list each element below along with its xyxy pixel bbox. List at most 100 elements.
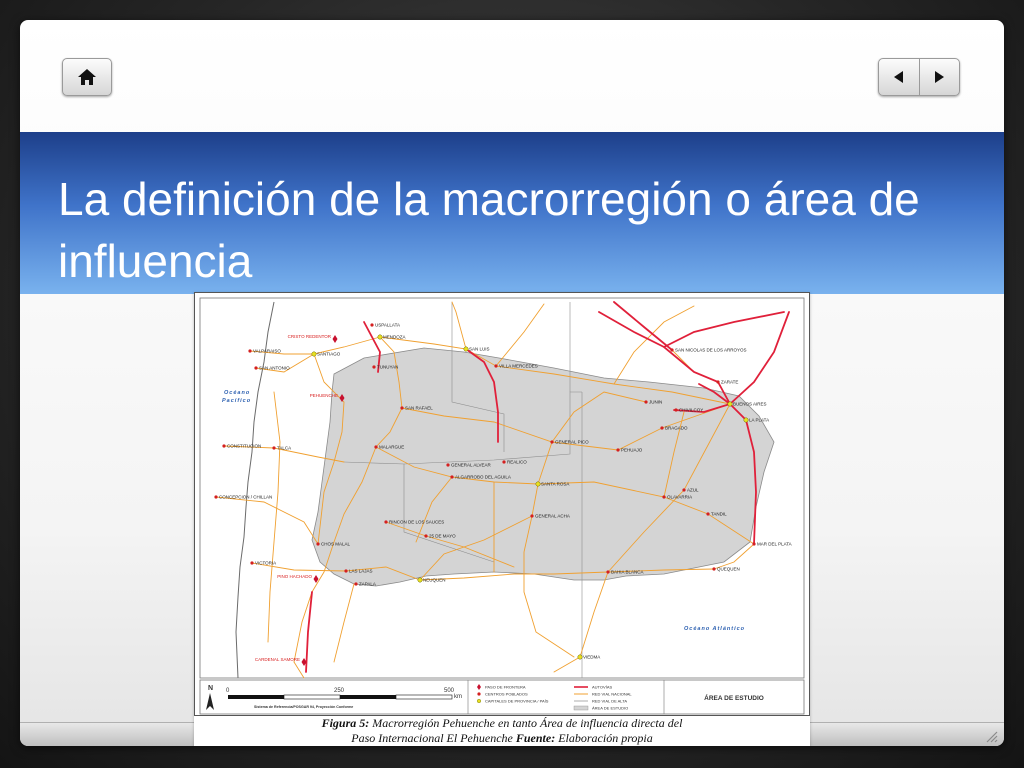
map-place-9: VILLA MERCEDES bbox=[494, 364, 538, 369]
slide-navigation bbox=[878, 58, 960, 96]
place-marker bbox=[222, 444, 226, 448]
map-place-24: ALGARROBO DEL AGUILA bbox=[450, 475, 511, 480]
place-label: ZARATE bbox=[721, 380, 738, 385]
map-place-33: SAN NICOLAS DE LOS ARROYOS bbox=[670, 348, 747, 353]
place-marker bbox=[354, 582, 358, 586]
map-place-0: VALPARAISO bbox=[248, 349, 281, 354]
place-marker bbox=[424, 534, 428, 538]
place-marker bbox=[752, 542, 756, 546]
place-label: TALCA bbox=[277, 446, 291, 451]
map-place-19: 25 DE MAYO bbox=[424, 534, 456, 539]
place-marker bbox=[250, 561, 254, 565]
place-label: GENERAL PICO bbox=[555, 440, 589, 445]
place-label: LA PLATA bbox=[749, 418, 769, 423]
place-marker bbox=[248, 349, 252, 353]
place-marker bbox=[311, 351, 317, 357]
place-label: OLAVARRIA bbox=[667, 495, 692, 500]
map-place-31: LA PLATA bbox=[743, 418, 769, 423]
legend-label: AUTOVÍAS bbox=[592, 684, 612, 689]
caption-text-1: Macrorregión Pehuenche en tanto Área de … bbox=[372, 716, 683, 730]
map-place-26: PEHUAJO bbox=[616, 448, 643, 453]
scale-mid: 250 bbox=[334, 688, 345, 694]
place-marker bbox=[316, 542, 320, 546]
map-place-29: CHIVILCOY bbox=[674, 408, 703, 413]
place-marker bbox=[463, 346, 469, 352]
place-label: SANTIAGO bbox=[317, 352, 341, 357]
place-marker bbox=[682, 488, 686, 492]
map-place-25: GENERAL ALVEAR bbox=[446, 463, 492, 468]
place-label: SAN ANTONIO bbox=[259, 366, 290, 371]
map-figure: Océano Pacífico Océano Atlántico VALPARA… bbox=[194, 292, 810, 746]
border-crossing-label: CRISTO REDENTOR bbox=[288, 334, 332, 339]
resize-grip-icon[interactable] bbox=[984, 729, 998, 743]
place-marker bbox=[716, 380, 720, 384]
map-place-27: BRAGADO bbox=[660, 426, 688, 431]
place-label: 25 DE MAYO bbox=[429, 534, 456, 539]
place-label: SAN LUIS bbox=[469, 347, 490, 352]
place-marker bbox=[577, 654, 583, 660]
map-place-15: LAS LAJAS bbox=[344, 569, 373, 574]
map-place-30: BUENOS AIRES bbox=[727, 402, 767, 407]
place-label: VIEDMA bbox=[583, 655, 600, 660]
place-marker bbox=[372, 365, 376, 369]
place-marker bbox=[530, 514, 534, 518]
place-label: SAN NICOLAS DE LOS ARROYOS bbox=[675, 348, 747, 353]
map-place-4: USPALLATA bbox=[370, 323, 400, 328]
place-marker bbox=[644, 400, 648, 404]
place-label: TANDIL bbox=[711, 512, 727, 517]
map-place-7: MALARGUE bbox=[374, 445, 404, 450]
map-place-13: CHOS MALAL bbox=[316, 542, 351, 547]
place-marker bbox=[674, 408, 678, 412]
place-marker bbox=[450, 475, 454, 479]
place-label: BRAGADO bbox=[665, 426, 688, 431]
place-label: QUEQUEN bbox=[717, 567, 740, 572]
place-label: MENDOZA bbox=[383, 335, 406, 340]
place-marker bbox=[670, 348, 674, 352]
map-place-37: MAR DEL PLATA bbox=[752, 542, 792, 547]
place-label: GENERAL ALVEAR bbox=[451, 463, 492, 468]
place-label: USPALLATA bbox=[375, 323, 400, 328]
place-label: TUNUYAN bbox=[377, 365, 398, 370]
map-image: Océano Pacífico Océano Atlántico VALPARA… bbox=[194, 292, 810, 716]
ocean-label-pacific: Océano bbox=[224, 390, 250, 396]
map-place-8: SAN LUIS bbox=[463, 346, 490, 352]
place-marker bbox=[377, 334, 383, 340]
place-label: NEUQUEN bbox=[423, 578, 446, 583]
title-band: La definición de la macrorregión o área … bbox=[20, 132, 1004, 294]
legend-symbol bbox=[477, 699, 482, 704]
map-place-22: GENERAL PICO bbox=[550, 440, 589, 445]
map-place-23: REALICO bbox=[502, 460, 527, 465]
place-label: ZAPALA bbox=[359, 582, 376, 587]
map-place-20: GENERAL ACHA bbox=[530, 514, 570, 519]
caption-text-2: Paso Internacional El Pehuenche bbox=[351, 731, 513, 745]
place-label: SAN RAFAEL bbox=[405, 406, 433, 411]
place-label: VILLA MERCEDES bbox=[499, 364, 538, 369]
reference-text: Sistema de Referencia/POSGAR 94, Proyecc… bbox=[254, 705, 353, 709]
map-place-14: VICTORIA bbox=[250, 561, 276, 566]
place-marker bbox=[706, 512, 710, 516]
place-marker bbox=[214, 495, 218, 499]
map-place-35: OLAVARRIA bbox=[662, 495, 692, 500]
legend-label: RED VIAL NACIONAL bbox=[592, 691, 632, 696]
legend-item-2: CAPITALES DE PROVINCIA / PAÍS bbox=[477, 698, 549, 703]
map-place-40: VIEDMA bbox=[577, 654, 600, 660]
place-label: CHIVILCOY bbox=[679, 408, 703, 413]
place-label: JUNIN bbox=[649, 400, 662, 405]
place-label: CONCEPCION / CHILLAN bbox=[219, 495, 272, 500]
place-marker bbox=[254, 366, 258, 370]
place-marker bbox=[272, 446, 276, 450]
place-marker bbox=[606, 570, 610, 574]
ocean-label-pacific-2: Pacífico bbox=[222, 398, 251, 404]
map-place-38: BAHIA BLANCA bbox=[606, 570, 644, 575]
place-label: RINCON DE LOS SAUCES bbox=[389, 520, 444, 525]
previous-slide-button[interactable] bbox=[879, 59, 919, 95]
map-place-5: TUNUYAN bbox=[372, 365, 398, 370]
place-label: CHOS MALAL bbox=[321, 542, 351, 547]
place-label: SANTA ROSA bbox=[541, 482, 569, 487]
next-slide-button[interactable] bbox=[918, 59, 960, 95]
home-button[interactable] bbox=[62, 58, 112, 96]
place-marker bbox=[712, 567, 716, 571]
place-marker bbox=[662, 495, 666, 499]
place-marker bbox=[494, 364, 498, 368]
map-place-21: SANTA ROSA bbox=[535, 482, 569, 487]
